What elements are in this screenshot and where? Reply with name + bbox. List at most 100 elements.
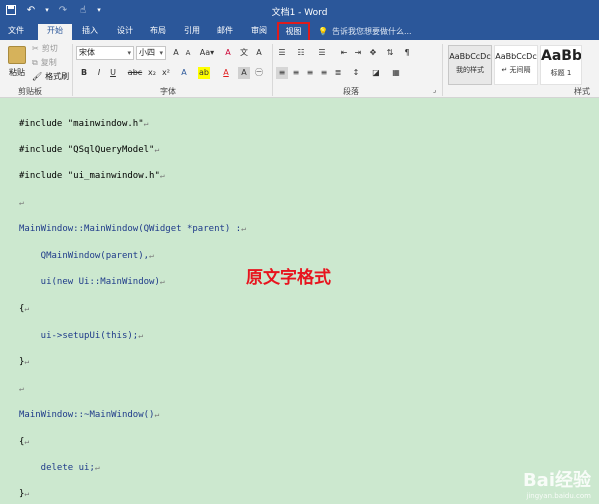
justify-icon[interactable]: ≡ (318, 67, 330, 79)
code-line: QMainWindow(parent),↵ (19, 251, 154, 261)
font-size-value: 小四 (139, 48, 155, 57)
tab-layout[interactable]: 布局 (145, 24, 171, 40)
increase-indent-icon[interactable]: ⇥ (352, 47, 364, 59)
paragraph-mark: ↵ (143, 119, 149, 128)
tab-review[interactable]: 审阅 (246, 24, 272, 40)
code-line: {↵ (19, 304, 29, 314)
code-line: #include "ui_mainwindow.h"↵ (19, 171, 165, 181)
code-text: ui->setupUi(this); (19, 331, 139, 341)
tab-references[interactable]: 引用 (179, 24, 205, 40)
document-area[interactable]: #include "mainwindow.h"↵ #include "QSqlQ… (0, 99, 599, 504)
line-spacing-icon[interactable]: ↕ (350, 67, 362, 79)
numbering-icon[interactable]: ☷ (295, 47, 307, 59)
tab-mailings[interactable]: 邮件 (212, 24, 238, 40)
window-title: 文档1 - Word (271, 8, 328, 18)
code-line: delete ui;↵ (19, 463, 100, 473)
paragraph-mark: ↵ (138, 331, 144, 340)
italic-icon[interactable]: I (93, 67, 105, 79)
code-line: MainWindow::MainWindow(QWidget *parent) … (19, 224, 246, 234)
code-line: {↵ (19, 437, 29, 447)
watermark-brand: Bai经验 (522, 470, 591, 491)
ribbon: 粘贴 ✂ 剪切 ⧉ 复制 🖌 格式刷 剪贴板 宋体 ▾ 小四 ▾ A A Aa▾… (0, 40, 599, 98)
clear-format-icon[interactable]: A (222, 47, 234, 59)
tab-home[interactable]: 开始 (38, 24, 72, 40)
show-marks-icon[interactable]: ¶ (401, 47, 413, 59)
strikethrough-icon[interactable]: abc (127, 67, 143, 79)
format-painter-label: 格式刷 (45, 72, 70, 81)
paragraph-mark: ↵ (24, 489, 30, 498)
style-item[interactable]: AaBb 标题 1 (540, 45, 582, 85)
title-bar: ↶ ▾ ↷ ☝ ▾ 文档1 - Word (0, 0, 599, 22)
code-text: #include "mainwindow.h" (19, 119, 144, 129)
paragraph-mark: ↵ (154, 145, 160, 154)
scissors-icon: ✂ (32, 44, 39, 53)
lightbulb-icon: 💡 (318, 27, 328, 36)
char-border-icon[interactable]: A (253, 47, 265, 59)
decrease-indent-icon[interactable]: ⇤ (338, 47, 350, 59)
tab-design[interactable]: 设计 (112, 24, 138, 40)
style-preview: AaBb (541, 48, 582, 64)
paragraph-mark: ↵ (24, 437, 30, 446)
tell-me-text: 告诉我您想要做什么... (331, 27, 412, 36)
highlight-icon[interactable]: ab (198, 67, 210, 79)
tab-file[interactable]: 文件 (4, 24, 28, 40)
clipboard-group-label: 剪贴板 (18, 87, 42, 96)
align-center-icon[interactable]: ≡ (290, 67, 302, 79)
char-shading-icon[interactable]: A (238, 67, 250, 79)
code-line: MainWindow::~MainWindow()↵ (19, 410, 159, 420)
paragraph-mark: ↵ (19, 198, 24, 207)
phonetic-guide-icon[interactable]: 文 (238, 47, 250, 59)
sort-icon[interactable]: ⇅ (384, 47, 396, 59)
paragraph-mark: ↵ (159, 171, 165, 180)
align-right-icon[interactable]: ≡ (304, 67, 316, 79)
style-preview: AaBbCcDc (449, 52, 491, 61)
align-left-icon[interactable]: ≡ (276, 67, 288, 79)
code-text: delete ui; (19, 463, 95, 473)
style-name: ↵ 无间隔 (501, 66, 531, 74)
format-painter-button[interactable]: 🖌 格式刷 (32, 71, 69, 82)
superscript-icon[interactable]: x² (160, 67, 172, 79)
style-name: 我的样式 (456, 66, 484, 74)
font-size-select[interactable]: 小四 ▾ (136, 46, 166, 60)
shrink-font-icon[interactable]: A (182, 47, 194, 59)
enclose-char-icon[interactable]: ㊀ (253, 67, 265, 79)
bold-icon[interactable]: B (78, 67, 90, 79)
tell-me-box[interactable]: 💡 告诉我您想要做什么... (318, 26, 412, 37)
paragraph-mark: ↵ (24, 357, 30, 366)
multilevel-list-icon[interactable]: ☰ (316, 47, 328, 59)
paste-label: 粘贴 (9, 68, 25, 77)
clipboard-icon (8, 46, 26, 64)
bullets-icon[interactable]: ☰ (276, 47, 288, 59)
text-effects-icon[interactable]: A (178, 67, 190, 79)
copy-button[interactable]: ⧉ 复制 (32, 57, 57, 68)
font-color-icon[interactable]: A (220, 67, 232, 79)
code-text: #include "ui_mainwindow.h" (19, 171, 160, 181)
code-text: QMainWindow(parent), (19, 251, 150, 261)
change-case-icon[interactable]: Aa▾ (199, 47, 215, 59)
code-text: ui(new Ui::MainWindow) (19, 277, 160, 287)
underline-icon[interactable]: U (107, 67, 119, 79)
style-item[interactable]: AaBbCcDc ↵ 无间隔 (494, 45, 538, 85)
paragraph-mark: ↵ (94, 463, 100, 472)
borders-icon[interactable]: ▦ (390, 67, 402, 79)
paragraph-dialog-launcher-icon[interactable]: ⌟ (433, 86, 436, 94)
subscript-icon[interactable]: x₂ (146, 67, 158, 79)
tab-insert[interactable]: 插入 (77, 24, 103, 40)
code-line: }↵ (19, 357, 29, 367)
paragraph-mark: ↵ (19, 384, 24, 393)
grow-font-icon[interactable]: A (170, 47, 182, 59)
font-name-select[interactable]: 宋体 ▾ (76, 46, 134, 60)
code-line: ↵ (19, 198, 24, 208)
style-item[interactable]: AaBbCcDc 我的样式 (448, 45, 492, 85)
paste-button[interactable]: 粘贴 (4, 46, 30, 84)
distributed-icon[interactable]: ≣ (332, 67, 344, 79)
cut-button[interactable]: ✂ 剪切 (32, 43, 58, 54)
paragraph-mark: ↵ (159, 277, 165, 286)
paragraph-mark: ↵ (24, 304, 30, 313)
style-name: 标题 1 (550, 69, 572, 77)
chinese-layout-icon[interactable]: ✥ (367, 47, 379, 59)
shading-icon[interactable]: ◪ (370, 67, 382, 79)
copy-label: 复制 (40, 58, 57, 67)
chevron-down-icon: ▾ (127, 49, 131, 57)
annotation-note: 原文字格式 (246, 268, 331, 288)
